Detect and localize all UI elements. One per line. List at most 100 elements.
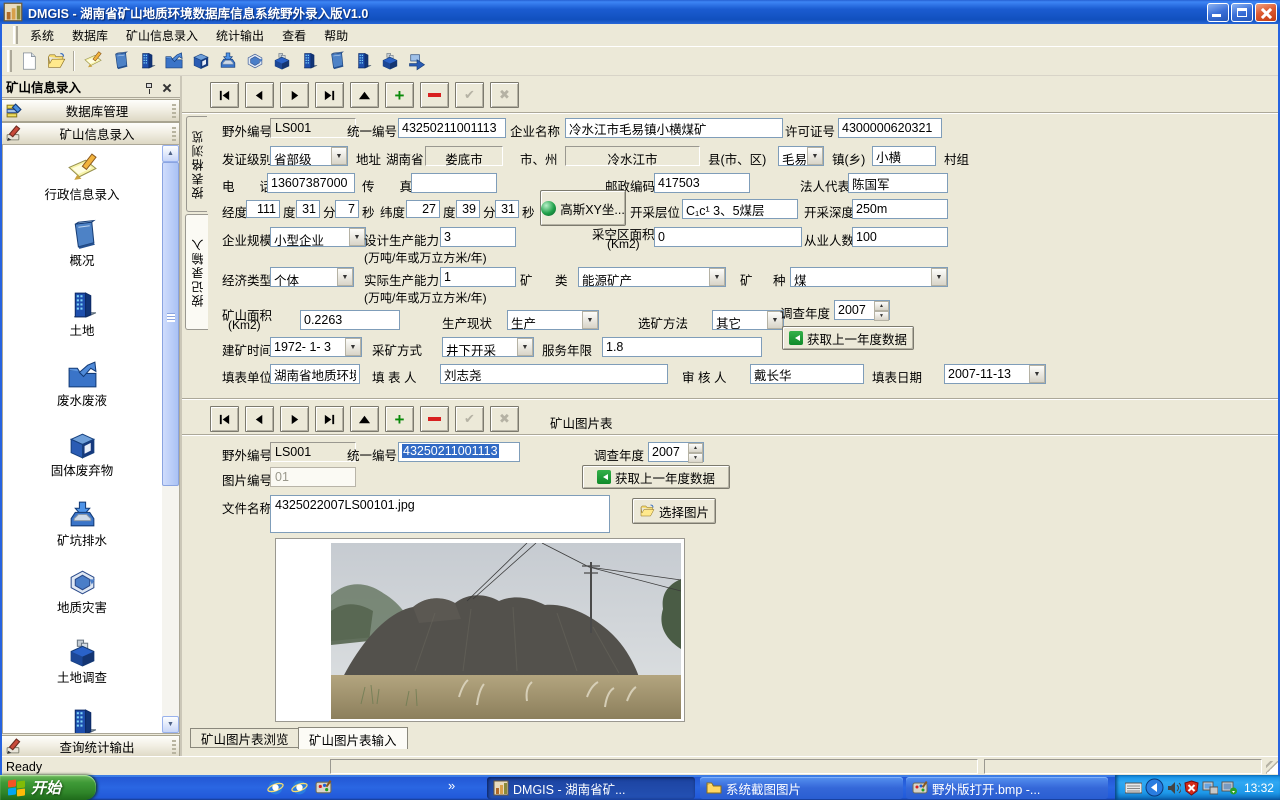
- taskbar-window-paint[interactable]: 野外版打开.bmp -...: [906, 777, 1108, 799]
- sidebar-group-database[interactable]: 数据库管理: [1, 99, 180, 122]
- quicklaunch-ie-icon[interactable]: [267, 779, 284, 796]
- network-icon[interactable]: [1202, 781, 1218, 795]
- lon-min-input[interactable]: [296, 200, 320, 218]
- fill-unit-input[interactable]: [270, 364, 360, 384]
- gauss-xy-button[interactable]: 高斯XY坐...: [540, 190, 626, 226]
- nav2-prev-button[interactable]: [245, 406, 274, 432]
- menu-mine-info-entry[interactable]: 矿山信息录入: [117, 24, 207, 47]
- pin-icon[interactable]: [141, 80, 156, 94]
- menu-statistics-output[interactable]: 统计输出: [207, 24, 273, 47]
- actual-capacity-input[interactable]: [440, 267, 516, 287]
- layer-input[interactable]: [682, 199, 798, 219]
- beneficiation-select[interactable]: 其它▼: [712, 310, 784, 330]
- town-input[interactable]: [872, 146, 936, 166]
- taskbar-clock[interactable]: 13:32: [1244, 781, 1274, 795]
- scroll-up-icon[interactable]: ▲: [162, 145, 179, 162]
- nav-next-button[interactable]: [280, 82, 309, 108]
- sidebar-item-overview[interactable]: 概况: [3, 219, 161, 269]
- pic-get-prev-year-button[interactable]: 获取上一年度数据: [582, 465, 730, 489]
- open-button[interactable]: [43, 49, 68, 74]
- tab-record-entry[interactable]: 按记录输入: [185, 214, 208, 330]
- restore-button[interactable]: [1231, 3, 1253, 22]
- enterprise-input[interactable]: [565, 118, 783, 138]
- get-prev-year-button[interactable]: 获取上一年度数据: [782, 326, 914, 350]
- lat-sec-input[interactable]: [495, 200, 519, 218]
- service-years-input[interactable]: [602, 337, 762, 357]
- sidebar-item-land-survey[interactable]: 土地调查: [3, 636, 161, 686]
- scale-select[interactable]: 小型企业▼: [270, 227, 366, 247]
- lat-deg-input[interactable]: [406, 200, 440, 218]
- select-picture-button[interactable]: 选择图片: [632, 498, 716, 524]
- start-button[interactable]: 开始: [0, 775, 96, 800]
- menu-system[interactable]: 系统: [21, 24, 63, 47]
- quicklaunch-app-icon[interactable]: [315, 779, 332, 796]
- nav2-cancel-button[interactable]: ✖: [490, 406, 519, 432]
- auditor-input[interactable]: [750, 364, 864, 384]
- export-tool[interactable]: [404, 49, 429, 74]
- nav2-refresh-button[interactable]: [350, 406, 379, 432]
- menu-help[interactable]: 帮助: [315, 24, 357, 47]
- sidebar-item-solid-waste[interactable]: 固体废弃物: [3, 429, 161, 479]
- admin-entry-tool[interactable]: [80, 49, 105, 74]
- nav-prev-button[interactable]: [245, 82, 274, 108]
- land-tool[interactable]: [134, 49, 159, 74]
- sidebar-item-land[interactable]: 土地: [3, 289, 161, 339]
- built-date-select[interactable]: 1972- 1- 3▼: [270, 337, 362, 357]
- fax-input[interactable]: [411, 173, 497, 193]
- scroll-down-icon[interactable]: ▼: [162, 716, 179, 733]
- menubar-grip[interactable]: [13, 26, 18, 44]
- security-shield-icon[interactable]: [1184, 780, 1199, 796]
- postcode-input[interactable]: [654, 173, 750, 193]
- file-name-input[interactable]: 4325022007LS00101.jpg: [270, 495, 610, 533]
- new-button[interactable]: [16, 49, 41, 74]
- sidebar-item-wastewater[interactable]: 废水废液: [3, 359, 161, 409]
- depth-input[interactable]: [852, 199, 948, 219]
- menu-view[interactable]: 查看: [273, 24, 315, 47]
- taskbar-window-dmgis[interactable]: DMGIS - 湖南省矿...: [487, 777, 695, 799]
- phone-input[interactable]: [267, 173, 355, 193]
- mine-area-input[interactable]: [300, 310, 400, 330]
- tab-picture-browse[interactable]: 矿山图片表浏览: [190, 728, 300, 748]
- nav2-post-button[interactable]: ✔: [455, 406, 484, 432]
- scrollbar-thumb[interactable]: [162, 162, 179, 486]
- economic-type-select[interactable]: 个体▼: [270, 267, 354, 287]
- update-icon[interactable]: [1221, 781, 1237, 795]
- sidebar-group-query-output[interactable]: 查询统计输出: [1, 735, 180, 758]
- nav-post-button[interactable]: ✔: [455, 82, 484, 108]
- toolbar-grip[interactable]: [7, 50, 12, 72]
- nav2-first-button[interactable]: [210, 406, 239, 432]
- taskbar-window-folder[interactable]: 系统截图图片: [700, 777, 903, 799]
- prod-status-select[interactable]: 生产▼: [507, 310, 599, 330]
- nav2-delete-button[interactable]: [420, 406, 449, 432]
- county-select[interactable]: 毛易▼: [778, 146, 824, 166]
- wastewater-tool[interactable]: [161, 49, 186, 74]
- goaf-area-input[interactable]: [654, 227, 802, 247]
- sidebar-item-geo-hazard[interactable]: 地质灾害: [3, 566, 161, 616]
- lon-sec-input[interactable]: [335, 200, 359, 218]
- nav-delete-button[interactable]: [420, 82, 449, 108]
- hazard-tool[interactable]: [242, 49, 267, 74]
- tower-tool[interactable]: [296, 49, 321, 74]
- buildings-tool[interactable]: [350, 49, 375, 74]
- sidebar-item-drainage[interactable]: 矿坑排水: [3, 499, 161, 549]
- nav2-last-button[interactable]: [315, 406, 344, 432]
- unified-no-input[interactable]: [398, 118, 506, 138]
- drainage-tool[interactable]: [215, 49, 240, 74]
- employees-input[interactable]: [852, 227, 948, 247]
- quicklaunch-more-icon[interactable]: »: [448, 778, 455, 793]
- cert-level-select[interactable]: 省部级▼: [270, 146, 348, 166]
- nav-last-button[interactable]: [315, 82, 344, 108]
- mining-mode-select[interactable]: 井下开采▼: [442, 337, 534, 357]
- nav-cancel-button[interactable]: ✖: [490, 82, 519, 108]
- overview-tool[interactable]: [107, 49, 132, 74]
- volume-icon[interactable]: [1167, 781, 1182, 795]
- pic-survey-year-spinner[interactable]: 2007 ▲▼: [648, 442, 704, 462]
- sidebar-item-admin-info[interactable]: 行政信息录入: [3, 153, 161, 203]
- nav-first-button[interactable]: [210, 82, 239, 108]
- lat-min-input[interactable]: [456, 200, 480, 218]
- fill-date-select[interactable]: 2007-11-13▼: [944, 364, 1046, 384]
- pic-unified-no-input[interactable]: 43250211001113: [398, 442, 520, 462]
- nav2-next-button[interactable]: [280, 406, 309, 432]
- ore-kind-select[interactable]: 煤▼: [790, 267, 948, 287]
- nav2-add-button[interactable]: +: [385, 406, 414, 432]
